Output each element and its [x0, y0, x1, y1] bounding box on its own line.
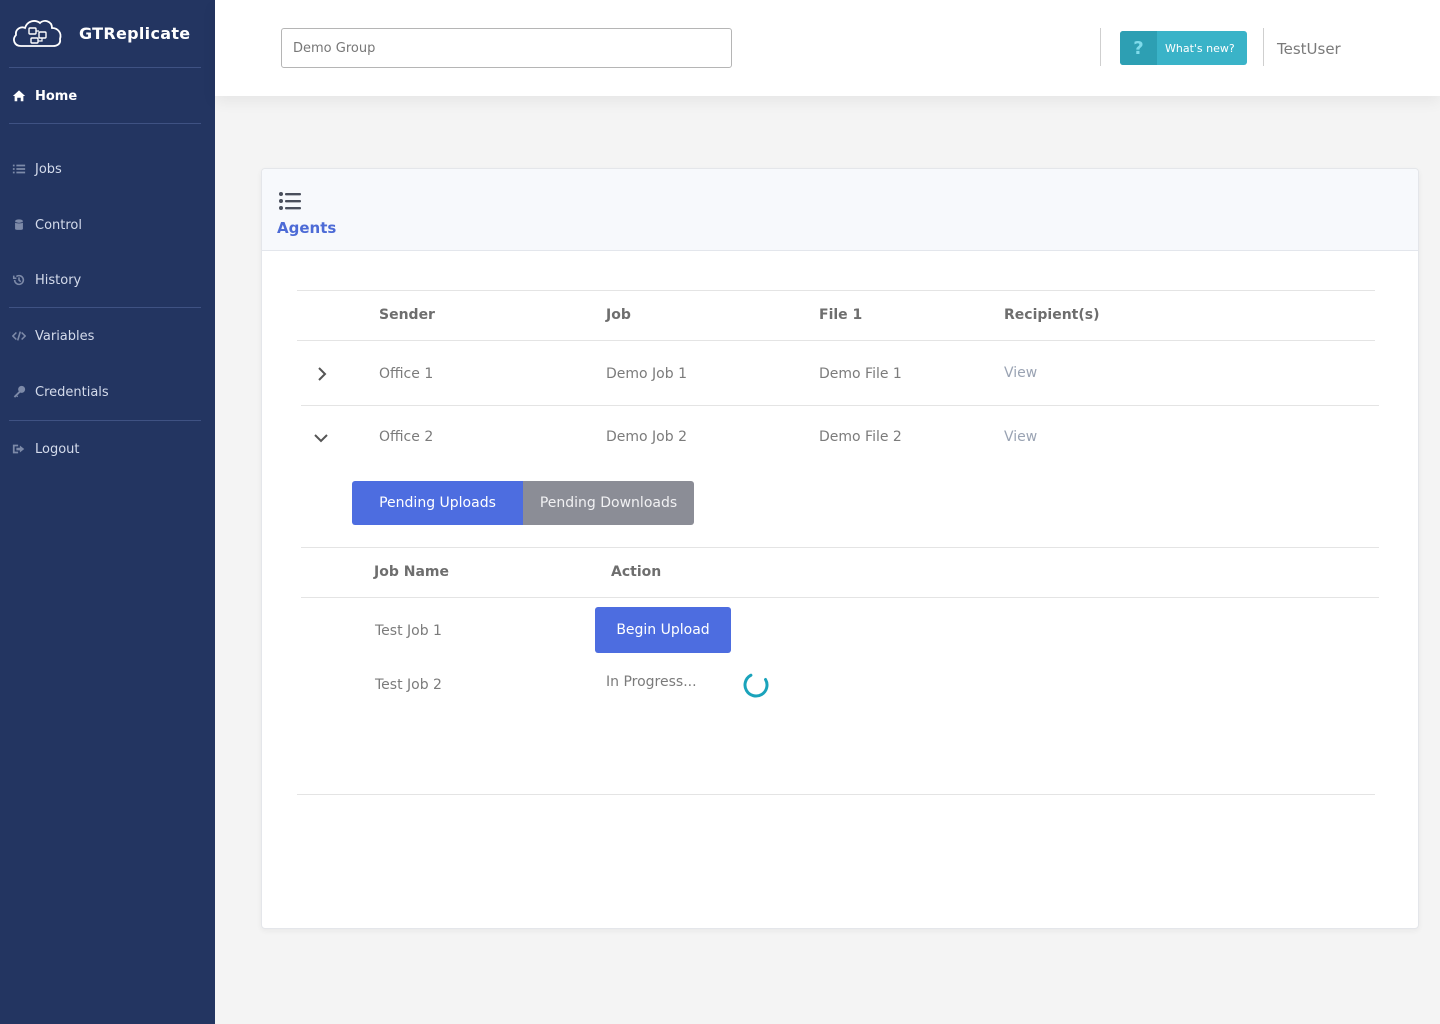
begin-upload-button[interactable]: Begin Upload	[595, 607, 731, 653]
code-icon	[11, 329, 26, 344]
home-icon	[11, 89, 26, 104]
chevron-down-icon[interactable]	[314, 431, 328, 445]
whats-new-button[interactable]: ? What's new?	[1120, 31, 1247, 65]
column-header-job: Job	[606, 307, 631, 323]
row-job: Demo Job 1	[606, 366, 687, 382]
cloud-logo-icon	[13, 20, 62, 47]
group-input[interactable]	[281, 28, 732, 68]
row-border	[301, 405, 1379, 406]
column-header-file: File 1	[819, 307, 863, 323]
sidebar-item-variables[interactable]: Variables	[11, 324, 94, 348]
sidebar-item-label: Variables	[35, 328, 95, 344]
row-sender: Office 2	[379, 429, 434, 445]
sidebar-divider	[9, 307, 201, 308]
sidebar-item-label: Jobs	[35, 161, 62, 177]
sidebar-item-logout[interactable]: Logout	[11, 437, 80, 461]
list-icon	[279, 192, 301, 210]
view-recipients-link[interactable]: View	[1004, 365, 1037, 381]
header-divider	[1263, 28, 1264, 66]
column-header-job-name: Job Name	[374, 564, 449, 580]
sidebar-item-history[interactable]: History	[11, 268, 81, 292]
sidebar-item-jobs[interactable]: Jobs	[11, 157, 62, 181]
subtable-top-border	[301, 547, 1379, 548]
loading-spinner-icon	[743, 672, 769, 698]
table-bottom-border	[297, 794, 1375, 795]
in-progress-status: In Progress...	[606, 674, 697, 690]
question-icon: ?	[1120, 31, 1157, 65]
row-file: Demo File 2	[819, 429, 902, 445]
database-icon	[11, 218, 26, 233]
row-sender: Office 1	[379, 366, 434, 382]
tab-pending-downloads[interactable]: Pending Downloads	[523, 481, 694, 525]
sub-row-job-name: Test Job 2	[375, 677, 442, 693]
chevron-right-icon[interactable]	[315, 367, 329, 381]
card-title: Agents	[277, 219, 337, 237]
view-recipients-link[interactable]: View	[1004, 429, 1037, 445]
tab-pending-uploads[interactable]: Pending Uploads	[352, 481, 523, 525]
card-header: Agents	[262, 169, 1418, 251]
column-header-sender: Sender	[379, 307, 435, 323]
sidebar-item-label: Home	[35, 88, 78, 104]
column-header-action: Action	[611, 564, 662, 580]
whats-new-label: What's new?	[1165, 41, 1235, 55]
sidebar-item-label: Credentials	[35, 384, 109, 400]
sidebar-item-label: Logout	[35, 441, 80, 457]
pending-tabs: Pending Uploads Pending Downloads	[352, 481, 694, 525]
top-header: ? What's new? TestUser	[215, 0, 1440, 96]
sidebar-item-credentials[interactable]: Credentials	[11, 380, 109, 404]
row-file: Demo File 1	[819, 366, 902, 382]
sidebar: GTReplicate Home Jobs Control History Va…	[0, 0, 215, 1024]
header-divider	[1100, 28, 1101, 66]
table-header-border	[297, 340, 1375, 341]
key-icon	[11, 385, 26, 400]
sidebar-divider	[9, 67, 201, 68]
sidebar-item-label: Control	[35, 217, 82, 233]
sidebar-item-label: History	[35, 272, 82, 288]
row-job: Demo Job 2	[606, 429, 687, 445]
sidebar-divider	[9, 123, 201, 124]
username[interactable]: TestUser	[1277, 40, 1341, 58]
brand[interactable]: GTReplicate	[11, 15, 190, 51]
agents-card: Agents	[261, 168, 1419, 929]
list-icon	[11, 162, 26, 177]
subtable-header-border	[301, 597, 1379, 598]
column-header-recipients: Recipient(s)	[1004, 307, 1100, 323]
sidebar-divider	[9, 420, 201, 421]
logout-icon	[11, 442, 26, 457]
history-icon	[11, 273, 26, 288]
brand-name: GTReplicate	[79, 23, 191, 43]
sidebar-item-home[interactable]: Home	[11, 84, 77, 108]
table-top-border	[297, 290, 1375, 291]
sidebar-item-control[interactable]: Control	[11, 213, 82, 237]
sub-row-job-name: Test Job 1	[375, 623, 442, 639]
